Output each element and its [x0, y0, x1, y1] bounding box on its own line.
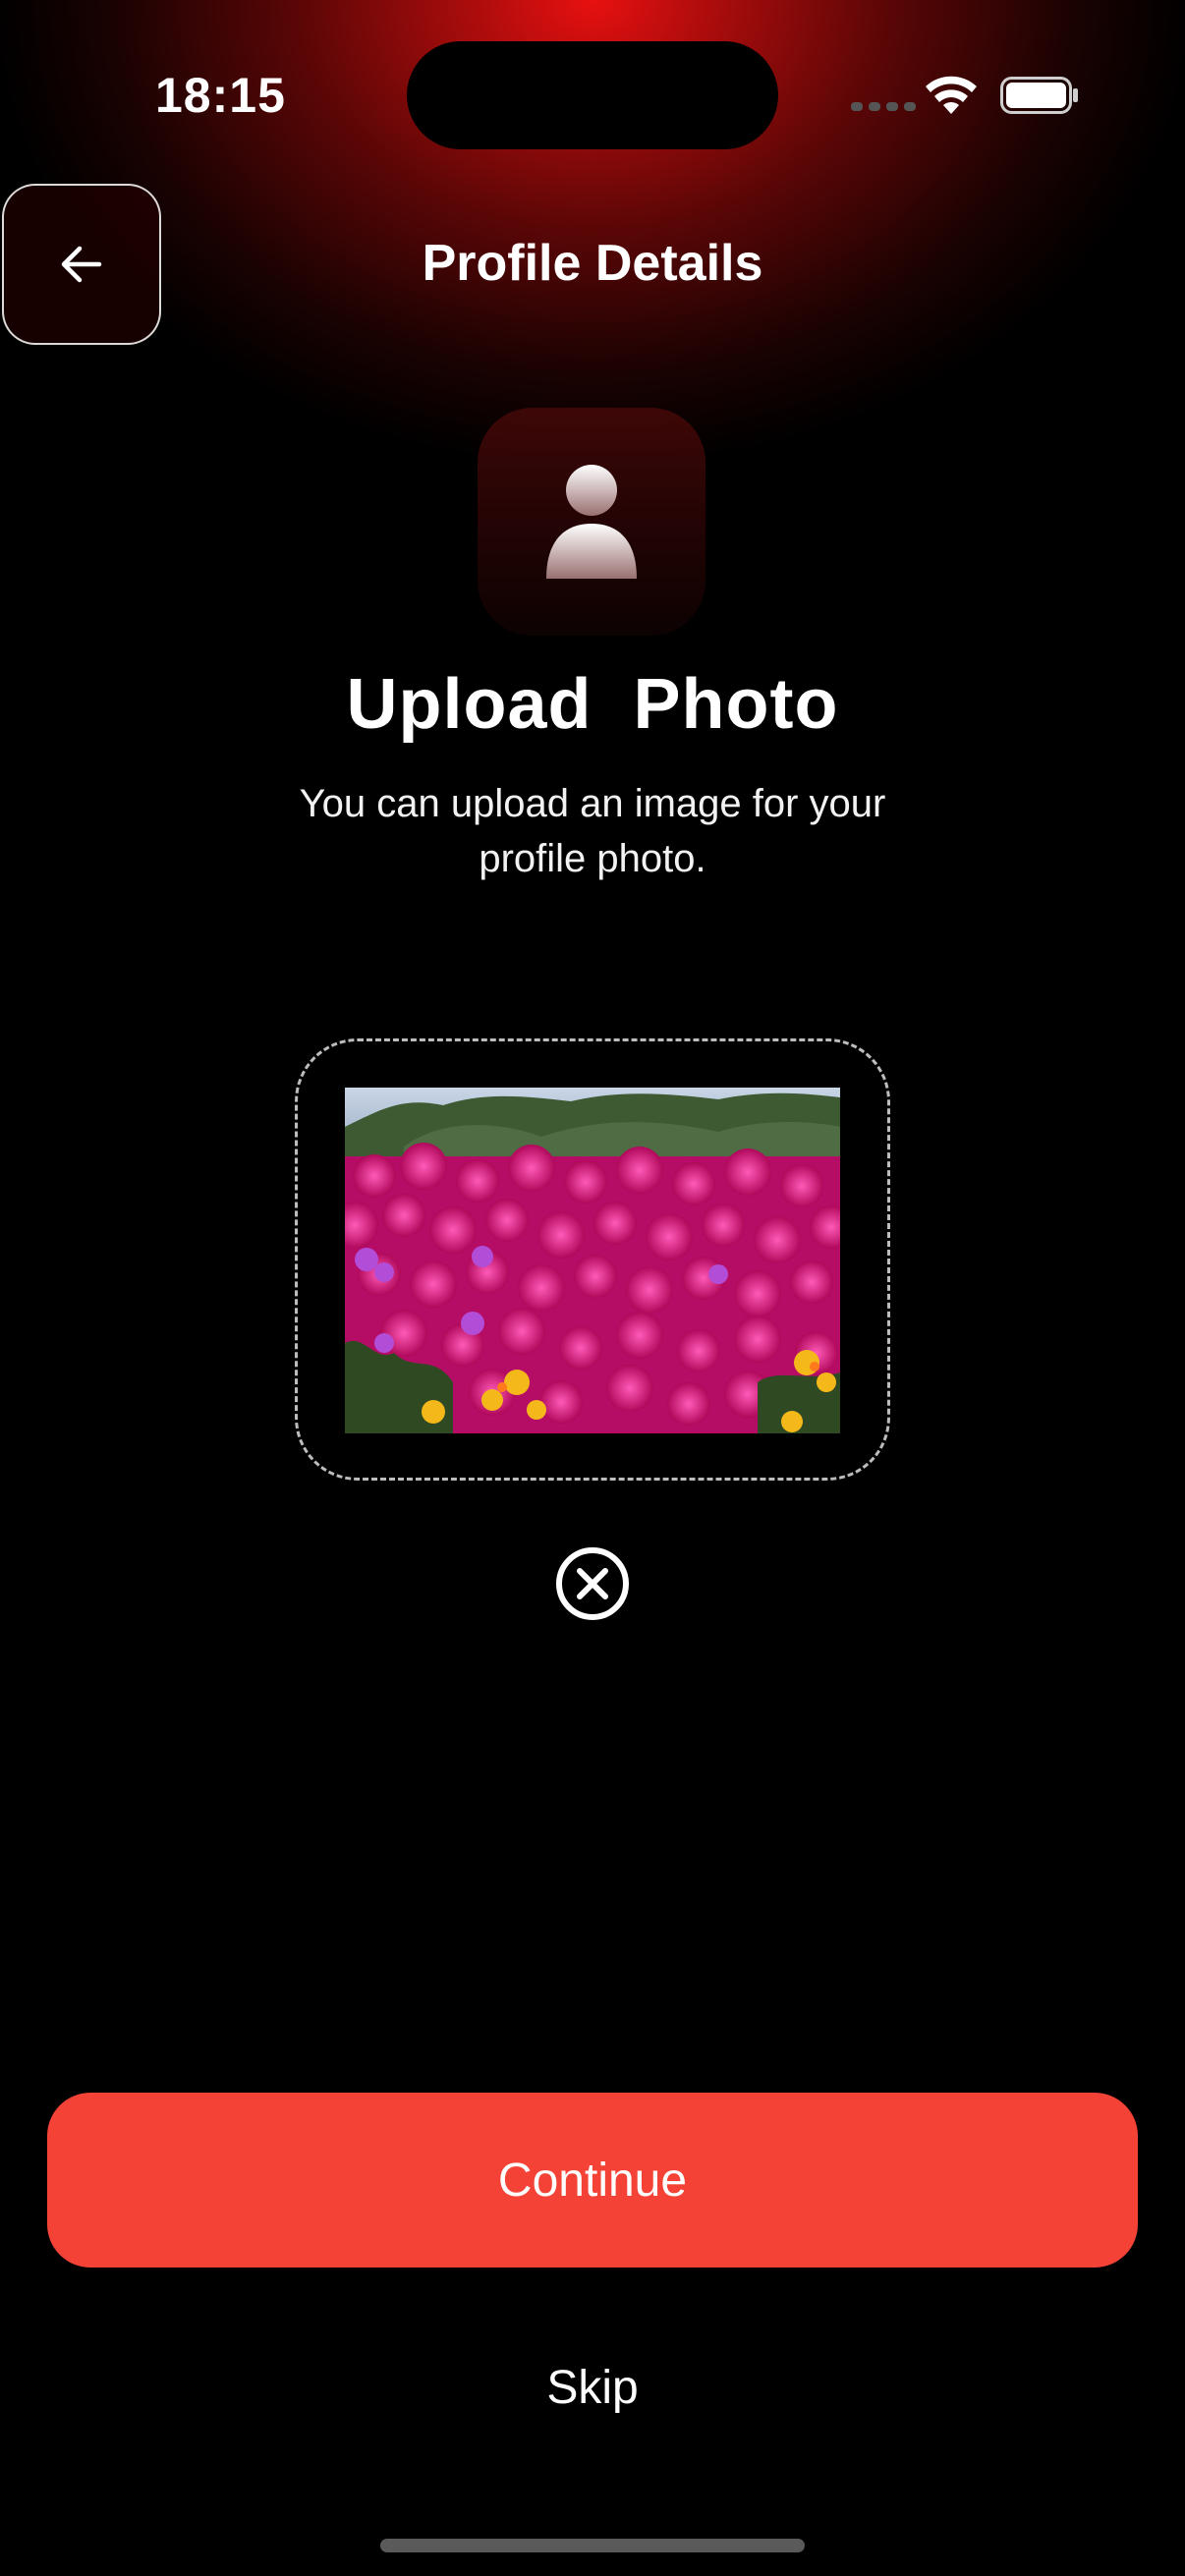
wifi-icon	[926, 76, 977, 114]
dynamic-island	[407, 41, 778, 149]
upload-description: You can upload an image for your profile…	[299, 782, 886, 880]
cellular-signal-icon	[851, 102, 916, 111]
person-icon	[546, 465, 637, 579]
close-circle-icon[interactable]	[553, 1544, 632, 1623]
upload-headline: Upload Photo	[346, 665, 839, 744]
status-time: 18:15	[155, 68, 286, 123]
battery-icon	[1000, 77, 1078, 114]
home-indicator	[380, 2539, 805, 2552]
page-title: Profile Details	[422, 235, 763, 292]
skip-button[interactable]: Skip	[445, 2348, 740, 2427]
continue-button[interactable]: Continue	[47, 2093, 1138, 2268]
uploaded-photo	[345, 1088, 840, 1433]
avatar-placeholder	[478, 408, 705, 636]
